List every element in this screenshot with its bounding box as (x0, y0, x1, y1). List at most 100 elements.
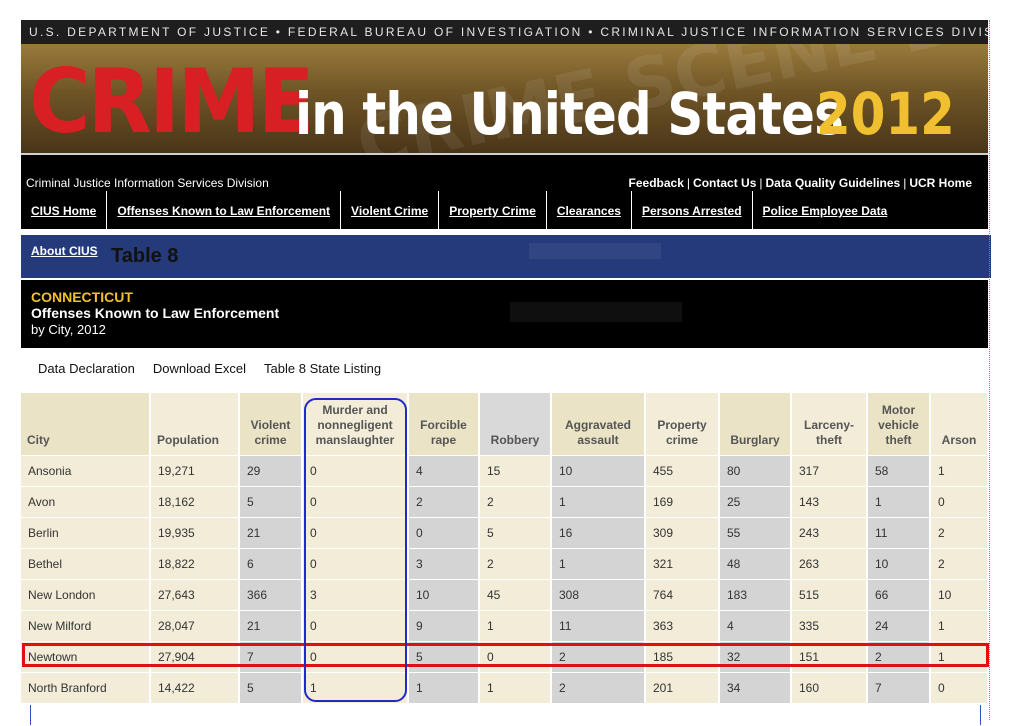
page-edge-guide (989, 20, 990, 720)
data-declaration-link[interactable]: Data Declaration (38, 361, 135, 376)
murder-cell: 1 (302, 671, 409, 703)
larceny-theft-cell: 317 (791, 454, 868, 486)
column-header: Robbery (479, 393, 552, 455)
population-cell: 19,271 (150, 454, 240, 486)
column-header: Property crime (645, 393, 720, 455)
property-crime-cell: 185 (645, 640, 720, 672)
city-cell: Avon (21, 485, 151, 517)
city-cell: New Milford (21, 609, 151, 641)
faint-overlay (510, 302, 682, 322)
larceny-theft-cell: 160 (791, 671, 868, 703)
burglary-cell: 55 (719, 516, 792, 548)
column-header: Aggravated assault (551, 393, 646, 455)
column-header: Larceny-theft (791, 393, 868, 455)
motor-vehicle-theft-cell: 58 (867, 454, 931, 486)
robbery-cell: 5 (479, 516, 552, 548)
population-cell: 27,643 (150, 578, 240, 610)
city-cell: North Branford (21, 671, 151, 703)
state-listing-link[interactable]: Table 8 State Listing (264, 361, 381, 376)
robbery-cell: 1 (479, 671, 552, 703)
city-cell: New London (21, 578, 151, 610)
aggravated-assault-cell: 1 (551, 547, 646, 579)
table-row: Newtown 27,904 7 0 5 0 2 185 32 151 2 1 (21, 640, 989, 672)
about-cius-link[interactable]: About CIUS (31, 244, 98, 258)
page-links: Data Declaration Download Excel Table 8 … (38, 361, 399, 376)
feedback-link[interactable]: Feedback (629, 176, 684, 190)
burglary-cell: 80 (719, 454, 792, 486)
burglary-cell: 48 (719, 547, 792, 579)
table-row: North Branford 14,422 5 1 1 1 2 201 34 160 7 0 (21, 671, 989, 703)
murder-cell: 0 (302, 454, 409, 486)
page-title: Table 8 (111, 245, 179, 267)
violent-crime-cell: 5 (239, 671, 303, 703)
city-cell: Newtown (21, 640, 151, 672)
separator: | (759, 176, 763, 190)
property-crime-cell: 309 (645, 516, 720, 548)
burglary-cell: 34 (719, 671, 792, 703)
larceny-theft-cell: 515 (791, 578, 868, 610)
arson-cell: 2 (930, 547, 989, 579)
motor-vehicle-theft-cell: 7 (867, 671, 931, 703)
table-subtitle: Offenses Known to Law Enforcement (31, 305, 280, 321)
aggravated-assault-cell: 2 (551, 640, 646, 672)
larceny-theft-cell: 263 (791, 547, 868, 579)
table-row: Avon 18,162 5 0 2 2 1 169 25 143 1 0 (21, 485, 989, 517)
arson-cell: 0 (930, 485, 989, 517)
violent-crime-cell: 29 (239, 454, 303, 486)
property-crime-cell: 363 (645, 609, 720, 641)
separator: | (903, 176, 907, 190)
population-cell: 27,904 (150, 640, 240, 672)
burglary-cell: 32 (719, 640, 792, 672)
column-header: Motor vehicle theft (867, 393, 931, 455)
nav-clearances[interactable]: Clearances (547, 191, 632, 231)
motor-vehicle-theft-cell: 1 (867, 485, 931, 517)
contact-us-link[interactable]: Contact Us (693, 176, 756, 190)
download-excel-link[interactable]: Download Excel (153, 361, 246, 376)
property-crime-cell: 321 (645, 547, 720, 579)
rape-cell: 3 (408, 547, 480, 579)
column-header: City (21, 393, 151, 455)
nav-persons-arrested[interactable]: Persons Arrested (632, 191, 753, 231)
murder-cell: 0 (302, 516, 409, 548)
nav-violent-crime[interactable]: Violent Crime (341, 191, 440, 231)
property-crime-cell: 169 (645, 485, 720, 517)
column-header: Forcible rape (408, 393, 480, 455)
robbery-cell: 15 (479, 454, 552, 486)
nav-police-employee-data[interactable]: Police Employee Data (753, 191, 898, 231)
population-cell: 18,162 (150, 485, 240, 517)
ucr-home-link[interactable]: UCR Home (909, 176, 972, 190)
robbery-cell: 0 (479, 640, 552, 672)
murder-cell: 0 (302, 640, 409, 672)
aggravated-assault-cell: 308 (551, 578, 646, 610)
arson-cell: 2 (930, 516, 989, 548)
rape-cell: 0 (408, 516, 480, 548)
arson-cell: 1 (930, 609, 989, 641)
robbery-cell: 2 (479, 547, 552, 579)
larceny-theft-cell: 143 (791, 485, 868, 517)
larceny-theft-cell: 151 (791, 640, 868, 672)
nav-property-crime[interactable]: Property Crime (439, 191, 547, 231)
column-header: Population (150, 393, 240, 455)
column-header: Arson (930, 393, 989, 455)
faint-overlay (529, 243, 661, 259)
rape-cell: 9 (408, 609, 480, 641)
title-bar: About CIUS Table 8 (21, 235, 991, 278)
murder-cell: 0 (302, 485, 409, 517)
larceny-theft-cell: 335 (791, 609, 868, 641)
aggravated-assault-cell: 2 (551, 671, 646, 703)
rape-cell: 2 (408, 485, 480, 517)
population-cell: 18,822 (150, 547, 240, 579)
table-header-row: City Population Violent crime Murder and… (21, 393, 989, 455)
motor-vehicle-theft-cell: 2 (867, 640, 931, 672)
nav-cius-home[interactable]: CIUS Home (21, 191, 108, 231)
arson-cell: 1 (930, 454, 989, 486)
nav-offenses-known[interactable]: Offenses Known to Law Enforcement (107, 191, 342, 231)
division-label: Criminal Justice Information Services Di… (26, 176, 269, 190)
page-edge-mark (980, 705, 981, 725)
column-header: Burglary (719, 393, 792, 455)
data-quality-guidelines-link[interactable]: Data Quality Guidelines (766, 176, 901, 190)
aggravated-assault-cell: 11 (551, 609, 646, 641)
banner-in-the-united-states: in the United States (295, 80, 844, 148)
motor-vehicle-theft-cell: 66 (867, 578, 931, 610)
table-row: Berlin 19,935 21 0 0 5 16 309 55 243 11 2 (21, 516, 989, 548)
